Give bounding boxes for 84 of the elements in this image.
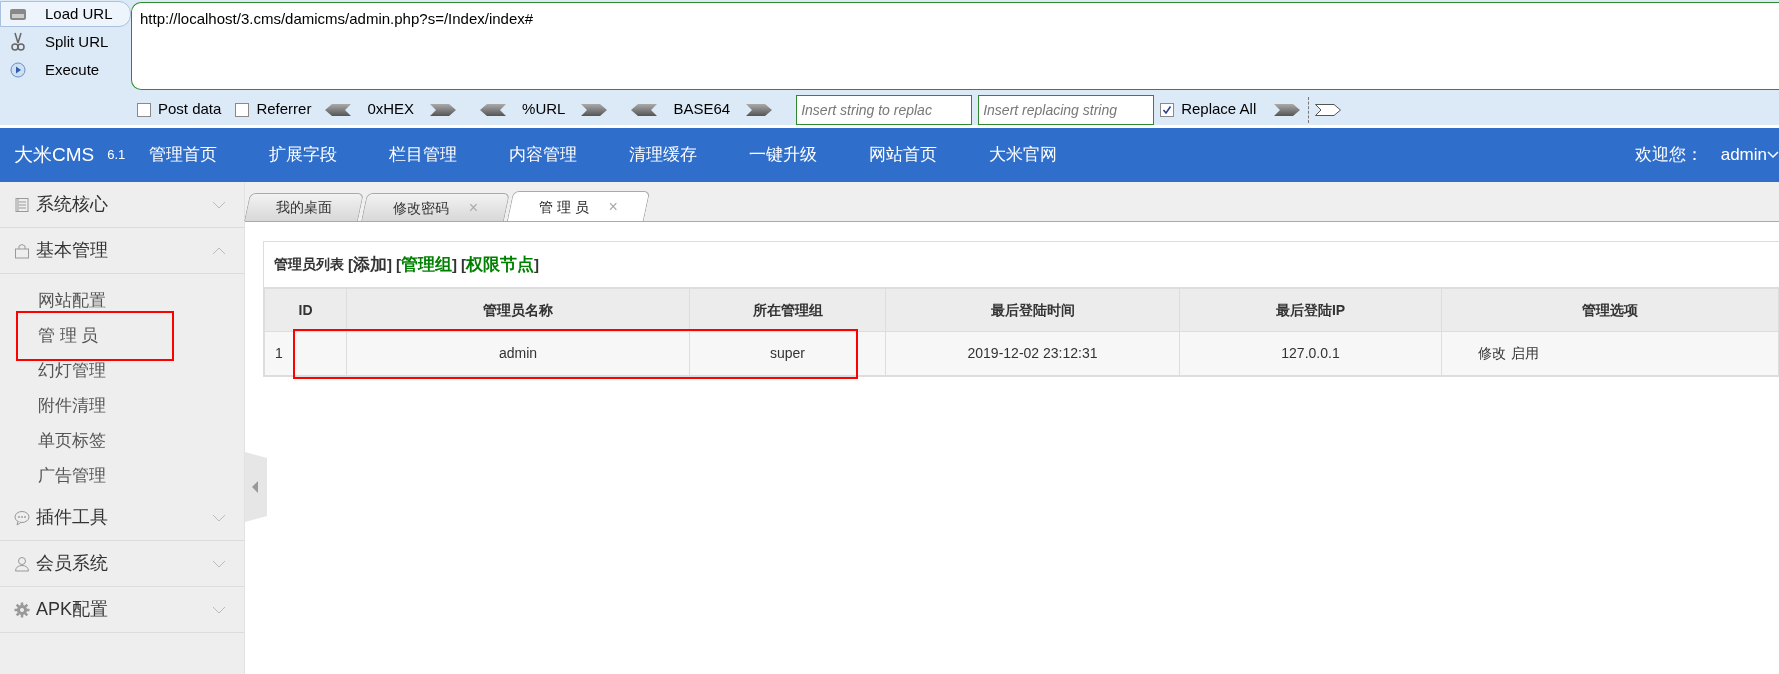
- column-header: 所在管理组: [689, 288, 886, 332]
- encoder-label: 0xHEX: [367, 99, 415, 120]
- nav-link[interactable]: 管理首页: [149, 142, 270, 168]
- nav-link[interactable]: 扩展字段: [269, 142, 390, 168]
- bracket-text: ]: [534, 255, 539, 273]
- url-field[interactable]: http://localhost/3.cms/damicms/admin.php?s=/Index/index#: [131, 2, 1779, 90]
- right-arrow-button[interactable]: [746, 103, 773, 116]
- panel-link[interactable]: 添加: [353, 254, 387, 274]
- menu-item[interactable]: 广告管理: [38, 462, 106, 489]
- tab[interactable]: 管 理 员 ×: [507, 191, 651, 221]
- menu-group-header[interactable]: APK配置: [0, 587, 244, 633]
- column-header: ID: [264, 288, 347, 332]
- nav-link[interactable]: 清理缓存: [629, 142, 750, 168]
- menu-item[interactable]: 单页标签: [38, 427, 106, 454]
- nav-link[interactable]: 大米官网: [989, 142, 1110, 168]
- nav-link[interactable]: 栏目管理: [389, 142, 510, 168]
- nav-link[interactable]: 一键升级: [749, 142, 870, 168]
- version-label: 6.1: [107, 146, 126, 165]
- bracket-text: [: [461, 255, 466, 273]
- left-arrow-button[interactable]: [631, 103, 658, 116]
- table-cell: admin: [346, 331, 690, 376]
- bracket-text: ]: [387, 255, 392, 273]
- left-arrow-button[interactable]: [325, 103, 352, 116]
- menu-item[interactable]: 附件清理: [38, 392, 106, 419]
- table-cell: 1: [264, 331, 347, 376]
- welcome-text: 欢迎您：: [1634, 144, 1703, 167]
- chevron-down-icon: [1767, 151, 1779, 159]
- column-header: 管理选项: [1441, 288, 1779, 332]
- chat-icon: [14, 509, 30, 526]
- column-header: 管理员名称: [346, 288, 690, 332]
- action-link[interactable]: 启用: [1511, 345, 1539, 361]
- text-field[interactable]: Insert string to replac: [796, 94, 973, 125]
- text-field[interactable]: Insert replacing string: [978, 94, 1155, 125]
- checkbox[interactable]: [235, 102, 250, 117]
- checkbox-label: Referrer: [256, 99, 312, 120]
- chevron-up-icon: [212, 246, 226, 255]
- checkbox-label: Replace All: [1181, 99, 1257, 120]
- menu-item[interactable]: 幻灯管理: [38, 357, 106, 384]
- tab[interactable]: 我的桌面: [244, 193, 364, 221]
- bracket-text: [: [396, 255, 401, 273]
- left-arrow-button[interactable]: [480, 103, 507, 116]
- chevron-down-icon: [212, 513, 226, 522]
- column-header: 最后登陆时间: [885, 288, 1180, 332]
- encoder-label: BASE64: [673, 99, 731, 120]
- right-arrow-button[interactable]: [1274, 103, 1301, 116]
- panel-link[interactable]: 权限节点: [466, 254, 534, 274]
- table-cell: 127.0.0.1: [1179, 331, 1442, 376]
- document-icon: [14, 196, 30, 213]
- toolbar-button[interactable]: Load URL: [0, 1, 131, 27]
- checkbox[interactable]: [1160, 102, 1175, 117]
- bracket-text: [: [348, 255, 353, 273]
- chevron-down-icon: [212, 605, 226, 614]
- table-cell: super: [689, 331, 886, 376]
- right-arrow-button[interactable]: [581, 103, 608, 116]
- menu-group-header[interactable]: 基本管理: [0, 228, 244, 274]
- user-menu[interactable]: admin: [1720, 142, 1779, 168]
- menu-group-header[interactable]: 会员系统: [0, 541, 244, 587]
- chevron-down-icon: [212, 559, 226, 568]
- user-icon: [14, 555, 30, 572]
- panel-title: 管理员列表: [274, 255, 344, 274]
- column-header: 最后登陆IP: [1179, 288, 1442, 332]
- encoder-label: %URL: [522, 99, 566, 120]
- toolbar-button[interactable]: Execute: [0, 57, 131, 83]
- panel-link[interactable]: 管理组: [401, 254, 452, 274]
- brand-name: 大米CMS: [14, 142, 95, 167]
- toolbar-button[interactable]: Split URL: [0, 29, 131, 55]
- nav-link[interactable]: 内容管理: [509, 142, 630, 168]
- checkbox-label: Post data: [158, 99, 222, 120]
- menu-group-header[interactable]: 系统核心: [0, 182, 244, 228]
- nav-link[interactable]: 网站首页: [869, 142, 990, 168]
- checkbox[interactable]: [137, 102, 151, 117]
- menu-item[interactable]: 管 理 员: [38, 322, 99, 349]
- play-icon: [7, 62, 29, 78]
- right-arrow-button[interactable]: [430, 103, 457, 116]
- menu-group-header[interactable]: 插件工具: [0, 495, 244, 541]
- collapse-handle[interactable]: [245, 452, 267, 522]
- chevron-down-icon: [212, 200, 226, 209]
- bag-icon: [14, 242, 30, 259]
- table-cell: 2019-12-02 23:12:31: [885, 331, 1180, 376]
- right-arrow-button[interactable]: [1315, 103, 1342, 116]
- bracket-text: ]: [452, 255, 457, 273]
- gear-icon: [14, 601, 30, 618]
- menu-item[interactable]: 网站配置: [38, 287, 106, 314]
- action-link[interactable]: 修改: [1478, 345, 1506, 361]
